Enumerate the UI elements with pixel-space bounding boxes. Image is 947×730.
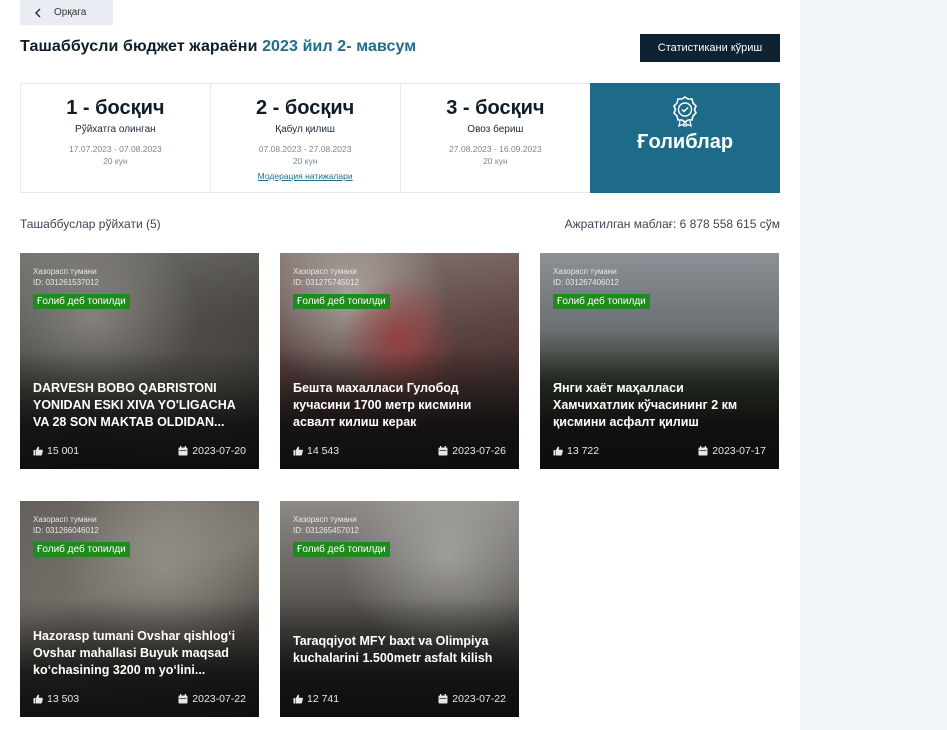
stage-subtitle: Рўйхатга олинган bbox=[75, 124, 156, 135]
likes-count: 13 722 bbox=[553, 445, 599, 457]
district-name: Хазорасп тумани bbox=[293, 267, 357, 276]
likes-count: 14 543 bbox=[293, 445, 339, 457]
winner-badge: Ғолиб деб топилди bbox=[293, 294, 390, 309]
initiative-card[interactable]: Хазорасп тумани ID: 031265457012 Ғолиб д… bbox=[280, 501, 519, 717]
card-date: 2023-07-22 bbox=[438, 693, 506, 705]
winner-badge: Ғолиб деб топилди bbox=[293, 542, 390, 557]
likes-count: 13 503 bbox=[33, 693, 79, 705]
stage-2[interactable]: 2 - босқич Қабул қилиш 07.08.2023 - 27.0… bbox=[211, 84, 401, 192]
stage-title: 2 - босқич bbox=[256, 97, 355, 119]
card-district: Хазорасп тумани ID: 031261537012 bbox=[33, 266, 99, 288]
initiative-card[interactable]: Хазорасп тумани ID: 031275745012 Ғолиб д… bbox=[280, 253, 519, 469]
thumbs-up-icon bbox=[33, 446, 43, 456]
stage-dates: 17.07.2023 - 07.08.2023 bbox=[69, 144, 162, 154]
winner-badge: Ғолиб деб топилди bbox=[33, 294, 130, 309]
stages-panel: 1 - босқич Рўйхатга олинган 17.07.2023 -… bbox=[20, 83, 780, 193]
right-sidebar-panel bbox=[800, 0, 947, 730]
award-badge-icon bbox=[673, 96, 698, 127]
district-name: Хазорасп тумани bbox=[553, 267, 617, 276]
chevron-left-icon bbox=[34, 7, 41, 18]
card-district: Хазорасп тумани ID: 031275745012 bbox=[293, 266, 359, 288]
card-district: Хазорасп тумани ID: 031266046012 bbox=[33, 514, 99, 536]
initiative-id: ID: 031267406012 bbox=[553, 278, 619, 287]
winners-label: Ғолиблар bbox=[637, 131, 734, 153]
calendar-icon bbox=[178, 446, 188, 456]
back-button-label: Орқага bbox=[54, 7, 87, 18]
stage-title: 1 - босқич bbox=[66, 97, 165, 119]
page-title: Ташаббусли бюджет жараёни 2023 йил 2- ма… bbox=[20, 38, 416, 56]
initiative-card[interactable]: Хазорасп тумани ID: 031266046012 Ғолиб д… bbox=[20, 501, 259, 717]
calendar-icon bbox=[698, 446, 708, 456]
thumbs-up-icon bbox=[293, 446, 303, 456]
thumbs-up-icon bbox=[293, 694, 303, 704]
stage-subtitle: Қабул қилиш bbox=[275, 124, 335, 135]
view-statistics-button[interactable]: Статистикани кўриш bbox=[640, 34, 780, 62]
card-title: Янги хаёт маҳалласи Хамчихатлик кўчасини… bbox=[553, 381, 738, 429]
initiative-card[interactable]: Хазорасп тумани ID: 031261537012 Ғолиб д… bbox=[20, 253, 259, 469]
stage-days: 20 кун bbox=[292, 156, 318, 166]
stage-dates: 27.08.2023 - 16.09.2023 bbox=[449, 144, 542, 154]
winners-button[interactable]: Ғолиблар bbox=[590, 83, 780, 193]
initiative-id: ID: 031275745012 bbox=[293, 278, 359, 287]
initiative-id: ID: 031266046012 bbox=[33, 526, 99, 535]
page-title-season: 2023 йил 2- мавсум bbox=[262, 38, 417, 55]
main-content: Орқага Ташаббусли бюджет жараёни 2023 йи… bbox=[0, 0, 800, 730]
card-date: 2023-07-26 bbox=[438, 445, 506, 457]
card-date: 2023-07-22 bbox=[178, 693, 246, 705]
initiative-card[interactable]: Хазорасп тумани ID: 031267406012 Ғолиб д… bbox=[540, 253, 779, 469]
likes-count: 12 741 bbox=[293, 693, 339, 705]
winner-badge: Ғолиб деб топилди bbox=[553, 294, 650, 309]
calendar-icon bbox=[438, 694, 448, 704]
stage-3[interactable]: 3 - босқич Овоз бериш 27.08.2023 - 16.09… bbox=[401, 84, 591, 192]
card-district: Хазорасп тумани ID: 031265457012 bbox=[293, 514, 359, 536]
card-title: DARVESH BOBO QABRISTONI YONIDAN ESKI XIV… bbox=[33, 381, 236, 429]
stage-subtitle: Овоз бериш bbox=[467, 124, 524, 135]
card-title: Бешта махалласи Гулобод кучасини 1700 ме… bbox=[293, 381, 472, 429]
allocated-budget: Ажратилган маблағ: 6 878 558 615 сўм bbox=[564, 217, 780, 231]
card-title: Hazorasp tumani Ovshar qishlog‘i Ovshar … bbox=[33, 629, 236, 677]
district-name: Хазорасп тумани bbox=[33, 515, 97, 524]
district-name: Хазорасп тумани bbox=[293, 515, 357, 524]
calendar-icon bbox=[438, 446, 448, 456]
calendar-icon bbox=[178, 694, 188, 704]
initiative-id: ID: 031261537012 bbox=[33, 278, 99, 287]
card-date: 2023-07-17 bbox=[698, 445, 766, 457]
stage-title: 3 - босқич bbox=[446, 97, 545, 119]
initiative-id: ID: 031265457012 bbox=[293, 526, 359, 535]
stage-days: 20 кун bbox=[103, 156, 128, 166]
card-title: Taraqqiyot MFY baxt va Olimpiya kuchalar… bbox=[293, 634, 493, 665]
initiatives-list-title: Ташаббуслар рўйхати (5) bbox=[20, 217, 161, 231]
thumbs-up-icon bbox=[553, 446, 563, 456]
likes-count: 15 001 bbox=[33, 445, 79, 457]
district-name: Хазорасп тумани bbox=[33, 267, 97, 276]
stage-days: 20 кун bbox=[483, 156, 508, 166]
stage-1[interactable]: 1 - босқич Рўйхатга олинган 17.07.2023 -… bbox=[21, 84, 211, 192]
back-button[interactable]: Орқага bbox=[20, 0, 113, 25]
moderation-results-link[interactable]: Модерация натижалари bbox=[258, 171, 353, 181]
page-title-main: Ташаббусли бюджет жараёни bbox=[20, 38, 258, 55]
thumbs-up-icon bbox=[33, 694, 43, 704]
stage-dates: 07.08.2023 - 27.08.2023 bbox=[258, 144, 352, 154]
winner-badge: Ғолиб деб топилди bbox=[33, 542, 130, 557]
card-district: Хазорасп тумани ID: 031267406012 bbox=[553, 266, 619, 288]
card-date: 2023-07-20 bbox=[178, 445, 246, 457]
